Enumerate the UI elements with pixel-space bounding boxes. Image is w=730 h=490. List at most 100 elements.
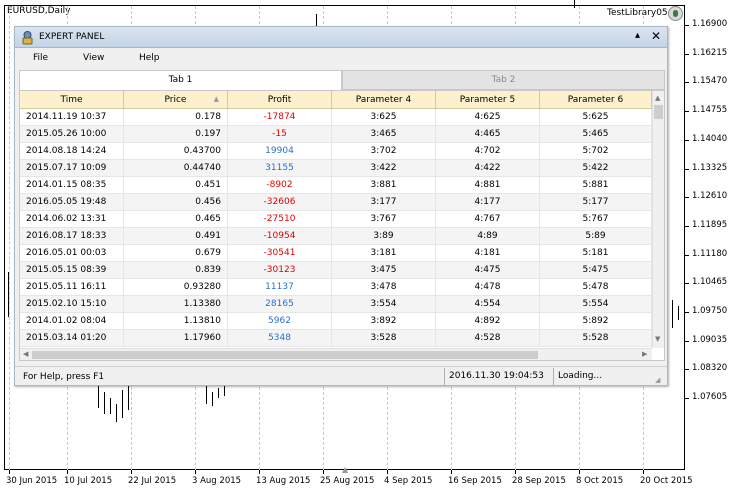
table-row[interactable]: 2014.01.15 08:35 0.451 -8902 3:881 4:881 5:88…	[20, 177, 652, 194]
status-datetime: 2016.11.30 19:04:53	[444, 368, 551, 385]
cell-parameter-4: 3:528	[332, 330, 436, 347]
column-header-parameter-5[interactable]: Parameter 5	[436, 91, 540, 109]
cell-parameter-4: 3:465	[332, 126, 436, 143]
price-tick	[685, 340, 689, 342]
price-tick	[685, 139, 689, 141]
panel-title: EXPERT PANEL	[39, 32, 105, 42]
table-row[interactable]: 2015.03.14 01:20 1.17960 5348 3:528 4:528 5:5…	[20, 330, 652, 347]
price-bar	[672, 300, 673, 328]
horizontal-scrollbar[interactable]: ◀ ▶	[20, 348, 652, 360]
price-tick	[685, 111, 689, 113]
cell-profit: -27510	[228, 211, 332, 228]
price-axis-label: 1.09035	[692, 334, 728, 345]
cell-parameter-5: 4:177	[436, 194, 540, 211]
cell-time: 2014.08.18 14:24	[20, 143, 124, 160]
price-tick	[685, 25, 689, 26]
panel-caption[interactable]: EXPERT PANEL ▴ ✕	[15, 27, 667, 48]
menu-help[interactable]: Help	[139, 53, 160, 63]
table-row[interactable]: 2015.07.17 10:09 0.44740 31155 3:422 4:422 5:…	[20, 160, 652, 177]
table-row[interactable]: 2015.05.15 08:39 0.839 -30123 3:475 4:475 5:4…	[20, 262, 652, 279]
cell-parameter-4: 3:892	[332, 313, 436, 330]
table-row[interactable]: 2016.08.17 18:33 0.491 -10954 3:89 4:89 5:89	[20, 228, 652, 245]
vertical-scrollbar[interactable]: ▲ ▼	[652, 91, 664, 348]
cell-time: 2014.01.02 08:04	[20, 313, 124, 330]
cell-parameter-5: 4:89	[436, 228, 540, 245]
cell-parameter-4: 3:881	[332, 177, 436, 194]
date-axis-label: 10 Jul 2015	[64, 476, 113, 486]
close-icon[interactable]: ✕	[651, 29, 661, 43]
cell-price: 0.679	[124, 245, 228, 262]
price-bar	[574, 0, 575, 8]
scroll-left-icon[interactable]: ◀	[23, 350, 28, 358]
price-axis-label: 1.07605	[692, 392, 728, 403]
price-axis-label: 1.15470	[692, 76, 728, 87]
chart-scroll-marker-icon[interactable]: ▲	[342, 465, 348, 474]
cell-parameter-4: 3:475	[332, 262, 436, 279]
table-row[interactable]: 2014.01.02 08:04 1.13810 5962 3:892 4:892 5:8…	[20, 313, 652, 330]
column-header-parameter-4[interactable]: Parameter 4	[332, 91, 436, 109]
expert-panel-window: EXPERT PANEL ▴ ✕ File View Help Tab 1 Ta…	[14, 26, 668, 386]
table-row[interactable]: 2014.06.02 13:31 0.465 -27510 3:767 4:767 5:7…	[20, 211, 652, 228]
price-tick	[685, 254, 689, 256]
scroll-down-icon[interactable]: ▼	[655, 335, 660, 343]
cell-parameter-5: 4:478	[436, 279, 540, 296]
cell-parameter-6: 5:478	[540, 279, 652, 296]
table-row[interactable]: 2014.11.19 10:37 0.178 -17874 3:625 4:625 5:6…	[20, 109, 652, 126]
price-tick	[685, 398, 689, 400]
table-row[interactable]: 2015.02.10 15:10 1.13380 28165 3:554 4:554 5:…	[20, 296, 652, 313]
resize-grip-icon[interactable]: ◢	[655, 376, 660, 384]
chart-symbol-label: EURUSD,Daily	[7, 6, 71, 16]
horizontal-scroll-thumb[interactable]	[32, 351, 538, 359]
cell-time: 2016.05.05 19:48	[20, 194, 124, 211]
tab-2[interactable]: Tab 2	[342, 70, 665, 90]
cell-parameter-4: 3:177	[332, 194, 436, 211]
column-header-time[interactable]: Time	[20, 91, 124, 109]
cell-parameter-5: 4:181	[436, 245, 540, 262]
cell-time: 2016.05.01 00:03	[20, 245, 124, 262]
scroll-right-icon[interactable]: ▶	[642, 350, 647, 358]
table-row[interactable]: 2014.08.18 14:24 0.43700 19904 3:702 4:702 5:…	[20, 143, 652, 160]
price-bar	[116, 404, 117, 422]
vertical-scroll-thumb[interactable]	[654, 105, 663, 119]
table-row[interactable]: 2016.05.05 19:48 0.456 -32606 3:177 4:177 5:1…	[20, 194, 652, 211]
price-tick	[685, 197, 689, 199]
cell-profit: -8902	[228, 177, 332, 194]
date-axis-label: 28 Sep 2015	[512, 476, 566, 486]
minimize-icon[interactable]: ▴	[635, 30, 640, 41]
table-row[interactable]: 2015.05.26 10:00 0.197 -15 3:465 4:465 5:465	[20, 126, 652, 143]
cell-price: 1.13380	[124, 296, 228, 313]
cell-parameter-5: 4:892	[436, 313, 540, 330]
cell-parameter-6: 5:181	[540, 245, 652, 262]
column-header-parameter-6[interactable]: Parameter 6	[540, 91, 652, 109]
cell-parameter-5: 4:465	[436, 126, 540, 143]
cell-profit: 31155	[228, 160, 332, 177]
menu-file[interactable]: File	[33, 53, 48, 63]
sort-ascending-icon: ▲	[213, 95, 219, 103]
cell-profit: 5348	[228, 330, 332, 347]
status-help-text: For Help, press F1	[23, 372, 105, 382]
cell-time: 2015.02.10 15:10	[20, 296, 124, 313]
cell-price: 0.491	[124, 228, 228, 245]
cell-parameter-4: 3:625	[332, 109, 436, 126]
scroll-up-icon[interactable]: ▲	[655, 94, 660, 102]
column-header-profit[interactable]: Profit	[228, 91, 332, 109]
menu-view[interactable]: View	[83, 53, 104, 63]
cell-parameter-6: 5:892	[540, 313, 652, 330]
cell-parameter-5: 4:625	[436, 109, 540, 126]
price-bar	[684, 296, 685, 326]
price-axis-label: 1.13325	[692, 162, 728, 173]
price-bar	[218, 388, 219, 398]
cell-time: 2015.03.14 01:20	[20, 330, 124, 347]
cell-price: 0.197	[124, 126, 228, 143]
price-axis-label: 1.14755	[692, 105, 728, 116]
cell-parameter-5: 4:528	[436, 330, 540, 347]
cell-profit: -15	[228, 126, 332, 143]
table-row[interactable]: 2015.05.11 16:11 0.93280 11137 3:478 4:478 5:…	[20, 279, 652, 296]
date-tick	[323, 470, 324, 474]
table-row[interactable]: 2016.05.01 00:03 0.679 -30541 3:181 4:181 5:1…	[20, 245, 652, 262]
cell-price: 1.17960	[124, 330, 228, 347]
tab-1[interactable]: Tab 1	[19, 70, 342, 90]
price-bar	[224, 386, 225, 396]
column-header-price[interactable]: Price ▲	[124, 91, 228, 109]
cell-parameter-6: 5:422	[540, 160, 652, 177]
